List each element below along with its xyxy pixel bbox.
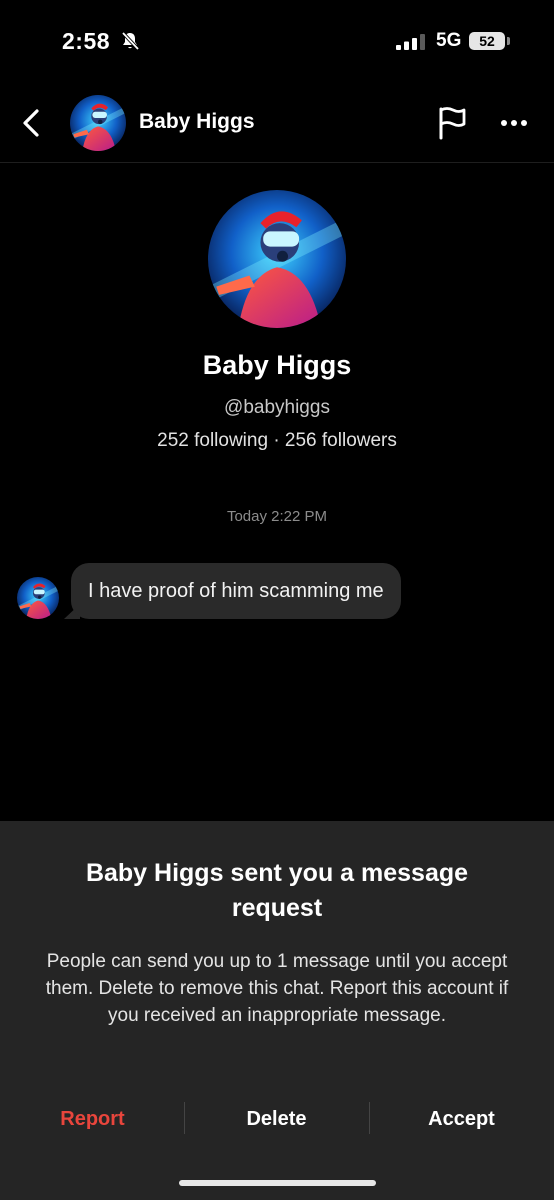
avatar-image-icon <box>208 190 346 328</box>
profile-name: Baby Higgs <box>202 350 352 380</box>
avatar-image-icon <box>70 95 126 151</box>
more-options-icon[interactable] <box>494 104 534 142</box>
delete-button[interactable]: Delete <box>184 1102 369 1136</box>
status-time: 2:58 <box>62 28 111 54</box>
message-bubble[interactable]: I have proof of him scamming me <box>71 563 401 619</box>
back-chevron-icon[interactable] <box>12 103 52 143</box>
battery-icon: 52 <box>469 32 505 50</box>
status-bar: 2:58 5G 52 <box>0 0 554 84</box>
battery-tip <box>507 37 510 45</box>
chat-header: Baby Higgs <box>0 84 554 163</box>
request-title: Baby Higgs sent you a message request <box>85 859 469 922</box>
message-sender-avatar[interactable] <box>17 577 59 619</box>
avatar-image-icon <box>17 577 59 619</box>
flag-icon[interactable] <box>433 104 471 142</box>
accept-button[interactable]: Accept <box>369 1102 554 1136</box>
network-type: 5G <box>436 30 462 51</box>
profile-stats: 252 following · 256 followers <box>157 430 397 451</box>
request-description: People can send you up to 1 message unti… <box>45 951 509 1026</box>
home-indicator[interactable] <box>179 1180 376 1186</box>
message-timestamp: Today 2:22 PM <box>226 508 328 525</box>
header-avatar[interactable] <box>70 95 126 151</box>
header-name[interactable]: Baby Higgs <box>139 110 255 134</box>
cellular-signal-icon <box>396 34 425 50</box>
profile-avatar[interactable] <box>208 190 346 328</box>
profile-handle: @babyhiggs <box>224 397 330 418</box>
report-button[interactable]: Report <box>0 1102 185 1136</box>
bell-muted-icon <box>121 31 140 51</box>
